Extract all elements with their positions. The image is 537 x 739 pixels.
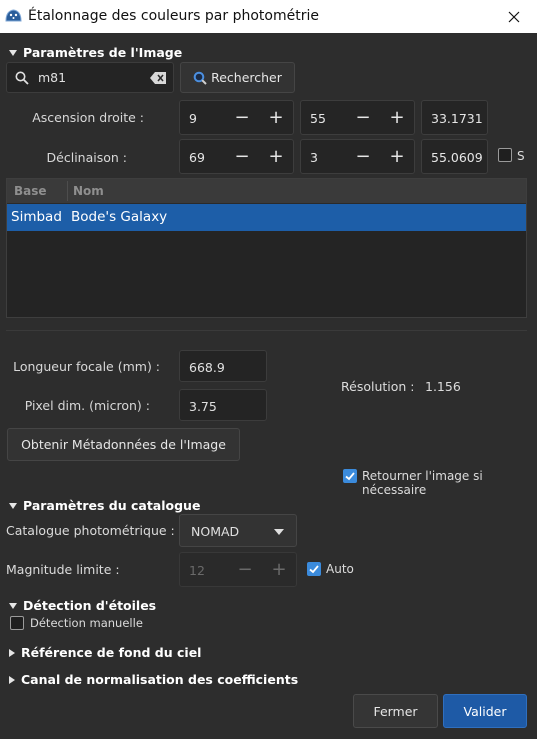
coef-normalization-title: Canal de normalisation des coefficients <box>21 672 299 687</box>
ra-hours-increment-icon[interactable]: + <box>259 101 293 134</box>
find-icon <box>193 71 207 85</box>
focal-length-value: 668.9 <box>189 360 225 375</box>
dec-degrees-decrement-icon[interactable]: − <box>225 140 259 173</box>
sky-background-header[interactable]: Référence de fond du ciel <box>9 645 201 660</box>
expanded-arrow-icon <box>9 603 17 609</box>
dec-label: Déclinaison : <box>46 150 127 165</box>
chevron-down-icon <box>274 529 284 535</box>
star-detection-header[interactable]: Détection d'étoiles <box>9 598 156 613</box>
search-icon <box>15 71 29 85</box>
row-base-cell: Simbad <box>11 209 62 225</box>
auto-magnitude-label: Auto <box>326 562 354 576</box>
pixel-size-value: 3.75 <box>189 399 217 414</box>
close-icon <box>508 11 520 22</box>
magnitude-spinbox[interactable]: 12 − + <box>179 552 297 587</box>
catalog-params-header[interactable]: Paramètres du catalogue <box>9 498 200 513</box>
search-button[interactable]: Rechercher <box>180 62 295 93</box>
checkmark-icon <box>345 472 355 481</box>
object-results-table[interactable]: Base Nom Simbad Bode's Galaxy <box>6 178 527 318</box>
app-logo-icon <box>5 9 22 22</box>
get-metadata-button[interactable]: Obtenir Métadonnées de l'Image <box>7 428 240 461</box>
coef-normalization-header[interactable]: Canal de normalisation des coefficients <box>9 672 298 687</box>
south-checkbox[interactable] <box>498 148 512 162</box>
column-divider <box>67 181 68 201</box>
magnitude-value: 12 <box>189 563 205 578</box>
dec-minutes-increment-icon[interactable]: + <box>380 140 414 173</box>
ra-seconds-value: 33.1731 <box>431 111 483 126</box>
dec-minutes-value: 3 <box>310 150 318 165</box>
image-params-title: Paramètres de l'Image <box>23 45 183 60</box>
flip-image-checkbox[interactable] <box>343 469 357 483</box>
search-button-label: Rechercher <box>211 70 282 85</box>
dec-minutes-spinbox[interactable]: 3 − + <box>300 139 415 174</box>
checkmark-icon <box>309 565 319 574</box>
ra-minutes-value: 55 <box>310 111 326 126</box>
manual-detection-label: Détection manuelle <box>30 616 143 630</box>
pixel-size-field[interactable]: 3.75 <box>179 389 267 421</box>
dec-seconds-field[interactable]: 55.0609 <box>421 139 488 174</box>
focal-length-field[interactable]: 668.9 <box>179 350 267 382</box>
window-title: Étalonnage des couleurs par photométrie <box>28 8 319 24</box>
auto-magnitude-checkbox[interactable] <box>307 562 321 576</box>
ra-hours-decrement-icon[interactable]: − <box>225 101 259 134</box>
magnitude-label: Magnitude limite : <box>6 562 120 577</box>
collapsed-arrow-icon <box>9 676 15 684</box>
validate-button-label: Valider <box>463 703 507 719</box>
table-header: Base Nom <box>7 179 526 204</box>
column-header-base[interactable]: Base <box>14 184 47 198</box>
collapsed-arrow-icon <box>9 649 15 657</box>
focal-length-label: Longueur focale (mm) : <box>13 359 160 374</box>
catalog-label: Catalogue photométrique : <box>6 523 175 538</box>
resolution-label: Résolution : <box>341 379 415 394</box>
ra-hours-spinbox[interactable]: 9 − + <box>179 100 294 135</box>
south-label: S <box>517 149 525 163</box>
close-button[interactable]: Fermer <box>353 694 438 728</box>
ra-minutes-increment-icon[interactable]: + <box>380 101 414 134</box>
column-header-name[interactable]: Nom <box>73 184 104 198</box>
search-value: m81 <box>38 70 67 85</box>
pixel-size-label: Pixel dim. (micron) : <box>24 398 150 413</box>
table-row[interactable]: Simbad Bode's Galaxy <box>7 204 526 231</box>
magnitude-increment-icon[interactable]: + <box>262 553 296 586</box>
expanded-arrow-icon <box>9 50 17 56</box>
flip-image-label: Retourner l'image si nécessaire <box>362 469 483 497</box>
catalog-select-value: NOMAD <box>191 524 240 539</box>
expanded-arrow-icon <box>9 503 17 509</box>
dec-degrees-increment-icon[interactable]: + <box>259 140 293 173</box>
ra-minutes-spinbox[interactable]: 55 − + <box>300 100 415 135</box>
manual-detection-checkbox[interactable] <box>10 616 24 630</box>
image-params-header[interactable]: Paramètres de l'Image <box>9 45 182 60</box>
ra-hours-value: 9 <box>189 111 197 126</box>
close-window-button[interactable] <box>491 0 537 33</box>
dec-degrees-spinbox[interactable]: 69 − + <box>179 139 294 174</box>
object-search-input[interactable]: m81 <box>6 62 174 93</box>
catalog-params-title: Paramètres du catalogue <box>23 498 201 513</box>
ra-minutes-decrement-icon[interactable]: − <box>346 101 380 134</box>
dec-minutes-decrement-icon[interactable]: − <box>346 140 380 173</box>
resolution-value: 1.156 <box>425 379 461 394</box>
dec-seconds-value: 55.0609 <box>431 150 483 165</box>
separator <box>6 330 527 331</box>
magnitude-decrement-icon[interactable]: − <box>228 553 262 586</box>
ra-seconds-field[interactable]: 33.1731 <box>421 100 488 135</box>
validate-button[interactable]: Valider <box>443 694 527 728</box>
catalog-select[interactable]: NOMAD <box>179 514 297 547</box>
close-button-label: Fermer <box>373 703 418 719</box>
clear-text-icon[interactable] <box>150 72 166 84</box>
sky-background-title: Référence de fond du ciel <box>21 645 202 660</box>
dec-degrees-value: 69 <box>189 150 205 165</box>
star-detection-title: Détection d'étoiles <box>23 598 157 613</box>
title-bar: Étalonnage des couleurs par photométrie <box>0 0 537 33</box>
ra-label: Ascension droite : <box>32 110 144 125</box>
get-metadata-label: Obtenir Métadonnées de l'Image <box>21 437 226 452</box>
row-name-cell: Bode's Galaxy <box>71 209 168 225</box>
